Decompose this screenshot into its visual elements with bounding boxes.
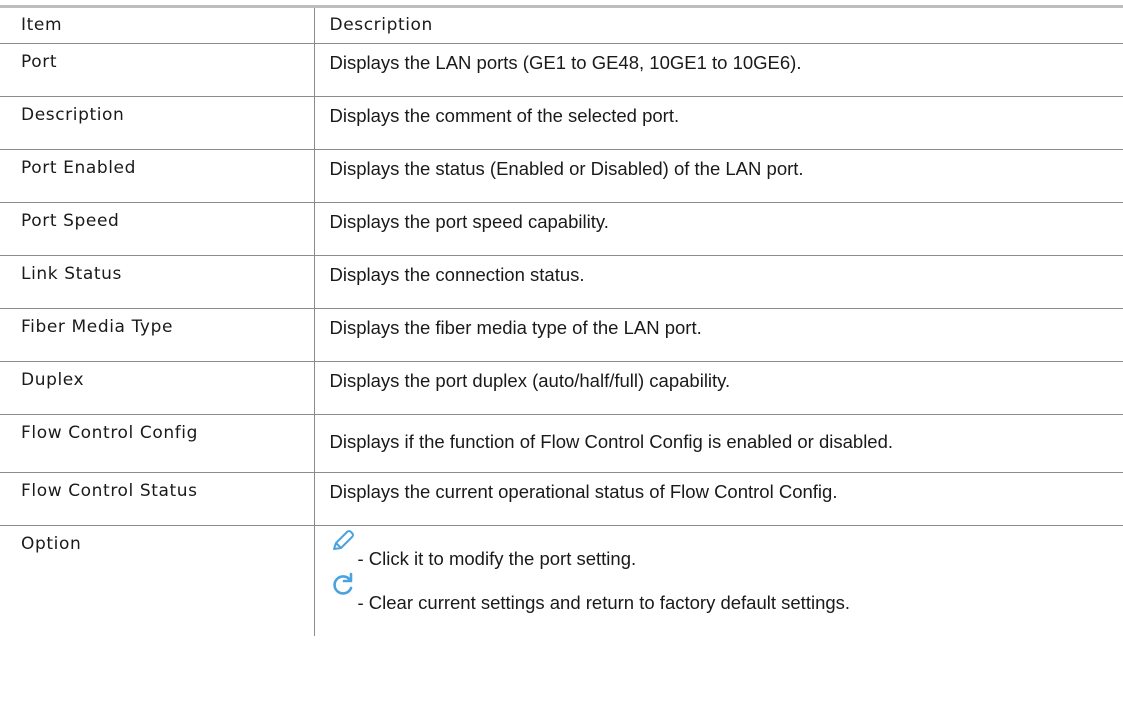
row-description-text: Displays the fiber media type of the LAN… <box>329 317 702 338</box>
header-item-cell: Item <box>0 5 315 44</box>
table-row: Port Displays the LAN ports (GE1 to GE48… <box>0 43 1123 97</box>
table-row: Flow Control Config Displays if the func… <box>0 414 1123 473</box>
table-row-option: Option - Click it to modify the port set… <box>0 525 1123 636</box>
table-row: Fiber Media Type Displays the fiber medi… <box>0 308 1123 362</box>
option-reset-line: - Clear current settings and return to f… <box>330 570 1123 614</box>
row-description-text: Displays the status (Enabled or Disabled… <box>329 158 804 179</box>
option-edit-text: - Click it to modify the port setting. <box>357 548 637 569</box>
row-item-label: Flow Control Status <box>21 481 198 501</box>
row-description-text: Displays the port duplex (auto/half/full… <box>329 370 731 391</box>
row-item-label: Description <box>21 105 125 125</box>
table-row: Link Status Displays the connection stat… <box>0 255 1123 309</box>
row-item-label: Port Enabled <box>21 158 137 178</box>
row-item-label: Duplex <box>21 370 85 390</box>
refresh-icon[interactable] <box>330 572 356 598</box>
table-header-row: Item Description <box>0 5 1123 44</box>
header-description-label: Description <box>329 15 433 35</box>
row-item-label: Flow Control Config <box>21 423 199 443</box>
row-item-label: Port <box>21 52 58 72</box>
table-row: Port Speed Displays the port speed capab… <box>0 202 1123 256</box>
table-row: Flow Control Status Displays the current… <box>0 472 1123 526</box>
header-description-cell: Description <box>314 5 1123 44</box>
header-item-label: Item <box>21 15 63 35</box>
option-reset-text: - Clear current settings and return to f… <box>357 592 851 613</box>
row-item-label: Option <box>21 534 82 554</box>
row-item-label: Port Speed <box>21 211 120 231</box>
table-row: Port Enabled Displays the status (Enable… <box>0 149 1123 203</box>
row-description-text: Displays the LAN ports (GE1 to GE48, 10G… <box>329 52 802 73</box>
row-description-text: Displays if the function of Flow Control… <box>329 431 894 452</box>
row-description-text: Displays the port speed capability. <box>329 211 609 232</box>
pencil-icon[interactable] <box>330 528 356 554</box>
row-item-label: Link Status <box>21 264 122 284</box>
row-description-text: Displays the connection status. <box>329 264 585 285</box>
option-edit-line: - Click it to modify the port setting. <box>330 526 1123 570</box>
row-description-text: Displays the current operational status … <box>329 481 838 502</box>
row-item-label: Fiber Media Type <box>21 317 174 337</box>
port-status-table: Item Description Port Displays the LAN p… <box>0 5 1123 636</box>
table-row: Duplex Displays the port duplex (auto/ha… <box>0 361 1123 415</box>
table-row: Description Displays the comment of the … <box>0 96 1123 150</box>
row-description-text: Displays the comment of the selected por… <box>329 105 680 126</box>
